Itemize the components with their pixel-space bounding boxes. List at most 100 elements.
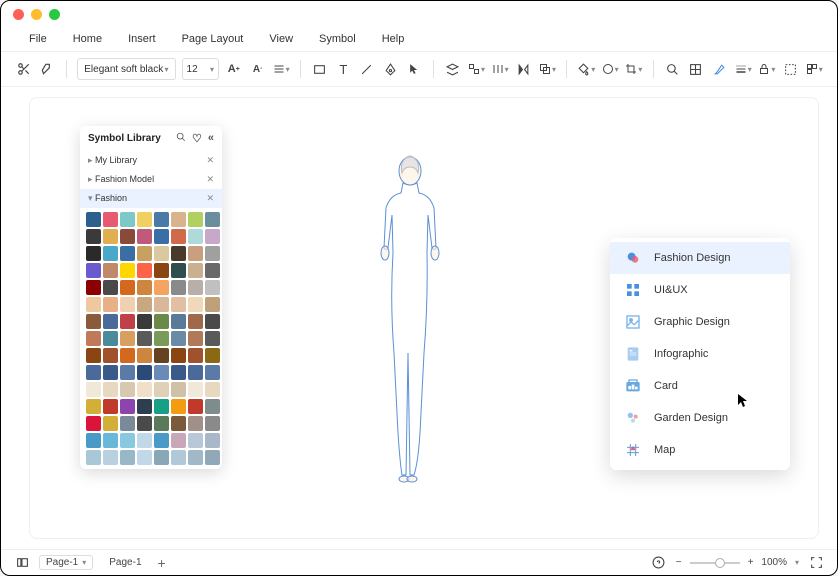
symbol-item[interactable] xyxy=(188,433,203,448)
align-objects-icon[interactable]: ▾ xyxy=(468,60,486,78)
menu-help[interactable]: Help xyxy=(382,33,405,45)
symbol-item[interactable] xyxy=(86,331,101,346)
symbol-item[interactable] xyxy=(120,331,135,346)
symbol-item[interactable] xyxy=(154,365,169,380)
symbol-item[interactable] xyxy=(154,331,169,346)
more-icon[interactable]: ▾ xyxy=(805,60,823,78)
symbol-item[interactable] xyxy=(205,246,220,261)
menu-item-card[interactable]: Card xyxy=(610,370,790,402)
symbol-item[interactable] xyxy=(137,297,152,312)
symbol-item[interactable] xyxy=(171,399,186,414)
symbol-item[interactable] xyxy=(154,399,169,414)
layers-icon[interactable] xyxy=(444,60,462,78)
format-painter-icon[interactable] xyxy=(39,60,57,78)
symbol-item[interactable] xyxy=(86,416,101,431)
maximize-icon[interactable] xyxy=(49,9,60,20)
canvas[interactable]: Symbol Library ♡ « ▸ My Library ✕ ▸ Fash… xyxy=(29,97,819,539)
symbol-item[interactable] xyxy=(137,399,152,414)
symbol-item[interactable] xyxy=(205,382,220,397)
menu-page-layout[interactable]: Page Layout xyxy=(182,33,244,45)
symbol-item[interactable] xyxy=(137,280,152,295)
container-icon[interactable] xyxy=(782,60,800,78)
symbol-item[interactable] xyxy=(120,229,135,244)
highlight-icon[interactable] xyxy=(711,60,729,78)
symbol-item[interactable] xyxy=(154,280,169,295)
symbol-item[interactable] xyxy=(137,212,152,227)
symbol-item[interactable] xyxy=(120,246,135,261)
symbol-item[interactable] xyxy=(103,348,118,363)
pointer-icon[interactable] xyxy=(405,60,423,78)
menu-file[interactable]: File xyxy=(29,33,47,45)
symbol-item[interactable] xyxy=(120,212,135,227)
symbol-item[interactable] xyxy=(103,314,118,329)
menu-item-map[interactable]: Map xyxy=(610,434,790,466)
symbol-item[interactable] xyxy=(154,263,169,278)
font-size-select[interactable]: 12▾ xyxy=(182,58,219,80)
symbol-item[interactable] xyxy=(120,365,135,380)
symbol-item[interactable] xyxy=(137,331,152,346)
symbol-item[interactable] xyxy=(120,280,135,295)
symbol-item[interactable] xyxy=(120,314,135,329)
symbol-item[interactable] xyxy=(171,229,186,244)
symbol-item[interactable] xyxy=(171,280,186,295)
symbol-item[interactable] xyxy=(120,416,135,431)
zoom-slider[interactable] xyxy=(690,562,740,564)
fashion-figure[interactable] xyxy=(360,153,460,483)
symbol-item[interactable] xyxy=(103,297,118,312)
symbol-item[interactable] xyxy=(137,314,152,329)
symbol-item[interactable] xyxy=(120,433,135,448)
symbol-item[interactable] xyxy=(205,314,220,329)
line-icon[interactable] xyxy=(358,60,376,78)
symbol-item[interactable] xyxy=(120,297,135,312)
font-select[interactable]: Elegant soft black▾ xyxy=(77,58,175,80)
symbol-item[interactable] xyxy=(103,212,118,227)
symbol-item[interactable] xyxy=(171,365,186,380)
symbol-item[interactable] xyxy=(154,297,169,312)
symbol-item[interactable] xyxy=(171,297,186,312)
symbol-item[interactable] xyxy=(86,365,101,380)
symbol-item[interactable] xyxy=(86,229,101,244)
symbol-item[interactable] xyxy=(154,314,169,329)
symbol-item[interactable] xyxy=(205,212,220,227)
symbol-item[interactable] xyxy=(86,314,101,329)
close-icon[interactable]: ✕ xyxy=(206,155,214,166)
symbol-item[interactable] xyxy=(205,331,220,346)
symbol-item[interactable] xyxy=(137,450,152,465)
symbol-item[interactable] xyxy=(171,382,186,397)
distribute-icon[interactable]: ▾ xyxy=(491,60,509,78)
symbol-item[interactable] xyxy=(171,263,186,278)
symbol-item[interactable] xyxy=(188,382,203,397)
symbol-item[interactable] xyxy=(171,450,186,465)
symbol-item[interactable] xyxy=(103,246,118,261)
symbol-item[interactable] xyxy=(103,382,118,397)
symbol-item[interactable] xyxy=(120,348,135,363)
symbol-item[interactable] xyxy=(86,212,101,227)
symbol-item[interactable] xyxy=(137,263,152,278)
symbol-item[interactable] xyxy=(205,433,220,448)
shape-icon[interactable]: ▾ xyxy=(601,60,619,78)
category-fashion[interactable]: ▾ Fashion ✕ xyxy=(80,189,222,208)
symbol-item[interactable] xyxy=(86,246,101,261)
collapse-icon[interactable]: « xyxy=(208,132,214,145)
cut-icon[interactable] xyxy=(15,60,33,78)
symbol-item[interactable] xyxy=(103,280,118,295)
symbol-item[interactable] xyxy=(171,314,186,329)
symbol-item[interactable] xyxy=(205,297,220,312)
page-tab[interactable]: Page-1 xyxy=(101,555,149,570)
menu-insert[interactable]: Insert xyxy=(128,33,156,45)
symbol-item[interactable] xyxy=(188,450,203,465)
close-icon[interactable]: ✕ xyxy=(206,193,214,204)
symbol-item[interactable] xyxy=(154,348,169,363)
symbol-item[interactable] xyxy=(154,450,169,465)
symbol-item[interactable] xyxy=(188,348,203,363)
menu-item-fashion-design[interactable]: Fashion Design xyxy=(610,242,790,274)
symbol-item[interactable] xyxy=(188,314,203,329)
symbol-item[interactable] xyxy=(171,212,186,227)
symbol-item[interactable] xyxy=(137,382,152,397)
symbol-item[interactable] xyxy=(103,433,118,448)
symbol-item[interactable] xyxy=(86,450,101,465)
menu-item-graphic-design[interactable]: Graphic Design xyxy=(610,306,790,338)
symbol-item[interactable] xyxy=(120,450,135,465)
close-icon[interactable]: ✕ xyxy=(206,174,214,185)
symbol-item[interactable] xyxy=(205,263,220,278)
